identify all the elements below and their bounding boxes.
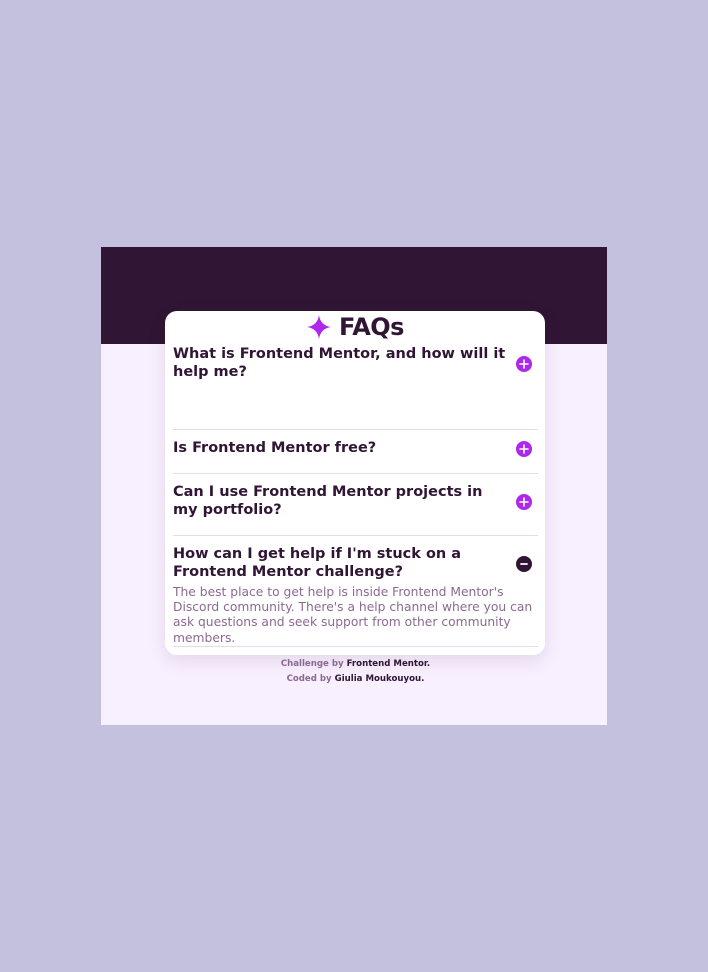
plus-icon[interactable] [516, 440, 532, 457]
card-header: FAQs [173, 311, 538, 343]
faq-card: FAQs What is Frontend Mentor, and how wi… [165, 311, 545, 684]
faq-item-expanded: How can I get help if I'm stuck on a Fro… [173, 536, 538, 647]
faq-question-2[interactable]: Is Frontend Mentor free? [173, 430, 538, 458]
faq-question-text: What is Frontend Mentor, and how will it… [173, 346, 506, 380]
faq-question-text: Is Frontend Mentor free? [173, 440, 377, 456]
attribution-challenge-link[interactable]: Frontend Mentor. [347, 659, 431, 669]
plus-icon[interactable] [516, 493, 532, 510]
faq-answer: The best place to get help is inside Fro… [173, 585, 533, 645]
attribution-coded-prefix: Coded by [286, 673, 332, 684]
faq-question-text: Can I use Frontend Mentor projects in my… [173, 484, 483, 518]
faq-question-3[interactable]: Can I use Frontend Mentor projects in my… [173, 474, 538, 519]
attribution: Challenge by Frontend Mentor. Coded by G… [173, 657, 538, 687]
faq-question-1[interactable]: What is Frontend Mentor, and how will it… [173, 343, 538, 381]
attribution-coded: Coded by Giulia Moukouyou. [173, 672, 538, 687]
attribution-coded-link[interactable]: Giulia Moukouyou. [335, 674, 425, 684]
attribution-challenge: Challenge by Frontend Mentor. [173, 657, 538, 672]
faq-question-4[interactable]: How can I get help if I'm stuck on a Fro… [173, 536, 538, 581]
faq-item: Can I use Frontend Mentor projects in my… [173, 474, 538, 536]
attribution-challenge-prefix: Challenge by [280, 658, 344, 669]
plus-icon[interactable] [516, 355, 532, 372]
faq-item: Is Frontend Mentor free? [173, 430, 538, 474]
faq-question-text: How can I get help if I'm stuck on a Fro… [173, 546, 462, 580]
star-icon [307, 315, 332, 339]
faq-item: What is Frontend Mentor, and how will it… [173, 343, 538, 430]
page-title: FAQs [339, 313, 404, 341]
minus-icon[interactable] [516, 555, 532, 572]
